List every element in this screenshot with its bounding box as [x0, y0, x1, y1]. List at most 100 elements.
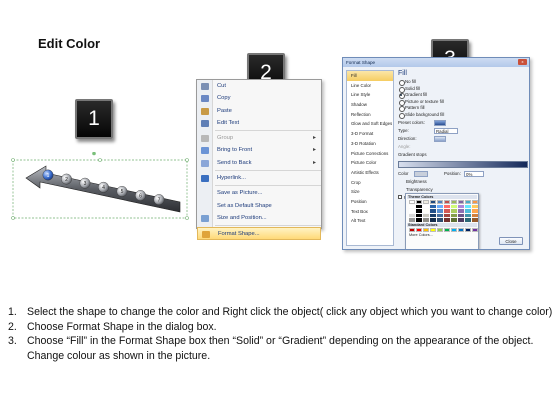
color-swatch[interactable] [437, 218, 443, 222]
color-swatch[interactable] [451, 204, 457, 209]
category-item[interactable]: Line Style [347, 90, 393, 100]
color-swatch[interactable] [465, 200, 471, 204]
close-button[interactable]: Close [499, 237, 523, 245]
menu-item-paste[interactable]: Paste [197, 105, 321, 117]
direction-dropdown[interactable] [434, 135, 446, 142]
gradient-stops-bar[interactable] [398, 160, 528, 168]
menu-item-size-and-position[interactable]: Size and Position... [197, 212, 321, 224]
fill-option-radio[interactable]: Solid fill [398, 86, 528, 93]
more-colors-link[interactable]: More Colors... [409, 233, 475, 237]
color-swatch[interactable] [423, 209, 429, 213]
menu-item-cut[interactable]: Cut [197, 80, 321, 92]
menu-item-edit-text[interactable]: Edit Text [197, 117, 321, 129]
color-swatch[interactable] [451, 218, 457, 222]
color-swatch[interactable] [458, 204, 464, 209]
color-swatch[interactable] [437, 200, 443, 204]
color-swatch[interactable] [465, 213, 471, 218]
color-swatch[interactable] [444, 213, 450, 218]
preset-colors-dropdown[interactable] [434, 119, 446, 126]
color-swatch[interactable] [423, 213, 429, 218]
color-swatch[interactable] [409, 227, 415, 232]
menu-item-hyperlink[interactable]: Hyperlink... [197, 172, 321, 184]
color-swatch[interactable] [437, 213, 443, 218]
category-item[interactable]: Line Color [347, 81, 393, 91]
color-swatch[interactable] [451, 200, 457, 204]
category-item[interactable]: Picture Corrections [347, 149, 393, 159]
color-swatch[interactable] [444, 218, 450, 222]
color-swatch[interactable] [472, 213, 478, 218]
color-swatch[interactable] [430, 209, 436, 213]
category-item[interactable]: Text Box [347, 207, 393, 217]
color-swatch[interactable] [472, 218, 478, 222]
color-swatch[interactable] [437, 209, 443, 213]
menu-item-send-to-back[interactable]: Send to Back ▸ [197, 157, 321, 169]
fill-option-radio[interactable]: Pattern fill [398, 105, 528, 112]
menu-item-bring-to-front[interactable]: Bring to Front ▸ [197, 144, 321, 156]
color-swatch[interactable] [416, 209, 422, 213]
color-swatch[interactable] [430, 218, 436, 222]
color-swatch[interactable] [430, 204, 436, 209]
category-item[interactable]: Fill [347, 71, 393, 81]
color-swatch[interactable] [416, 213, 422, 218]
color-swatch[interactable] [444, 209, 450, 213]
arrow-steps-graphic[interactable]: 1 2 3 4 5 6 7 [10, 152, 192, 222]
color-swatch[interactable] [465, 209, 471, 213]
category-item[interactable]: Picture Color [347, 158, 393, 168]
color-swatch[interactable] [472, 204, 478, 209]
fill-option-radio[interactable]: No fill [398, 79, 528, 86]
category-item[interactable]: Position [347, 197, 393, 207]
menu-item-set-as-default-shape[interactable]: Set as Default Shape [197, 200, 321, 212]
color-swatch[interactable] [451, 227, 457, 232]
color-swatch[interactable] [423, 227, 429, 232]
color-swatch[interactable] [444, 227, 450, 232]
color-swatch[interactable] [444, 200, 450, 204]
color-swatch[interactable] [437, 227, 443, 232]
color-swatch[interactable] [458, 213, 464, 218]
category-item[interactable]: Crop [347, 178, 393, 188]
dialog-close-icon[interactable]: x [518, 59, 527, 65]
color-swatch[interactable] [458, 227, 464, 232]
color-swatch[interactable] [416, 200, 422, 204]
color-swatch[interactable] [416, 218, 422, 222]
menu-item-format-shape[interactable]: Format Shape... [197, 227, 321, 240]
color-swatch[interactable] [458, 209, 464, 213]
menu-item-copy[interactable]: Copy [197, 92, 321, 104]
color-swatch[interactable] [451, 213, 457, 218]
fill-option-radio[interactable]: Gradient fill [398, 92, 528, 99]
category-item[interactable]: Artistic Effects [347, 168, 393, 178]
color-swatch[interactable] [430, 200, 436, 204]
color-swatch[interactable] [409, 209, 415, 213]
category-item[interactable]: Reflection [347, 110, 393, 120]
color-swatch[interactable] [423, 218, 429, 222]
color-swatch[interactable] [451, 209, 457, 213]
color-swatch[interactable] [430, 213, 436, 218]
color-swatch[interactable] [409, 204, 415, 209]
category-item[interactable]: Size [347, 187, 393, 197]
category-item[interactable]: Alt Text [347, 216, 393, 226]
color-swatch[interactable] [409, 213, 415, 218]
color-swatch[interactable] [472, 200, 478, 204]
category-item[interactable]: Glow and Soft Edges [347, 119, 393, 129]
color-swatch[interactable] [444, 204, 450, 209]
category-item[interactable]: 3-D Format [347, 129, 393, 139]
color-swatch[interactable] [423, 200, 429, 204]
color-swatch[interactable] [472, 209, 478, 213]
color-swatch[interactable] [416, 227, 422, 232]
color-swatch[interactable] [465, 227, 471, 232]
color-swatch[interactable] [465, 204, 471, 209]
color-swatch[interactable] [409, 218, 415, 222]
color-swatch[interactable] [430, 227, 436, 232]
fill-option-radio[interactable]: Slide background fill [398, 112, 528, 119]
position-field[interactable]: 0% [464, 170, 484, 177]
color-swatch[interactable] [423, 204, 429, 209]
category-item[interactable]: 3-D Rotation [347, 139, 393, 149]
color-swatch[interactable] [437, 204, 443, 209]
color-swatch[interactable] [458, 200, 464, 204]
color-swatch[interactable] [409, 200, 415, 204]
type-dropdown[interactable]: Radial [434, 127, 458, 134]
fill-option-radio[interactable]: Picture or texture fill [398, 99, 528, 106]
color-swatch[interactable] [416, 204, 422, 209]
color-dropdown[interactable] [414, 170, 428, 177]
rotate-checkbox[interactable] [398, 195, 402, 200]
color-swatch[interactable] [458, 218, 464, 222]
